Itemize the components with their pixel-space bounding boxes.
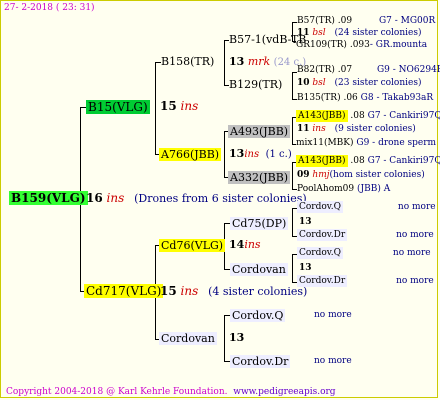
a766-gen-line: 13ins (1 c.) xyxy=(229,147,292,160)
a332-node[interactable]: A332(JBB) xyxy=(228,171,291,184)
g5-row: 11 bsl (24 sister colonies) xyxy=(297,28,422,38)
g5-row[interactable]: GR109(TR) .093- GR.mounta xyxy=(296,41,427,50)
cordovq-node[interactable]: Cordov.Q xyxy=(230,309,286,322)
connector xyxy=(292,162,293,189)
date-stamp: 27- 2-2018 ( 23: 31) xyxy=(4,3,95,13)
b15-node[interactable]: B15(VLG) xyxy=(86,100,150,114)
g5-row[interactable]: A143(JBB) .08 G7 - Cankiri97Q xyxy=(296,155,440,167)
root-gen-line: 16 ins (Drones from 6 sister colonies) xyxy=(86,191,307,205)
cordovan3-gen: 13 xyxy=(229,331,245,344)
g5-row: 09 hmj(hom sister colonies) xyxy=(297,170,425,180)
connector xyxy=(292,72,293,99)
g5-row[interactable]: Cordov.Q no more xyxy=(297,247,431,259)
cordovan4-node[interactable]: Cordovan xyxy=(230,263,288,276)
connector xyxy=(224,40,225,85)
g5-row: 13 xyxy=(299,217,312,227)
connector xyxy=(224,315,225,361)
b15-gen-line: 15 ins xyxy=(160,99,199,113)
cd717-gen-line: 15 ins (4 sister colonies) xyxy=(160,284,308,298)
g5-row[interactable]: B57(TR) .09 G7 - MG00R xyxy=(297,17,435,26)
g5-row[interactable]: PoolAhom09 (JBB) A xyxy=(297,185,390,194)
b57-gen-line: 13 mrk (24 c.) xyxy=(229,55,307,68)
cordovdr-node[interactable]: Cordov.Dr xyxy=(230,355,291,368)
g5-row[interactable]: Cordov.Q no more xyxy=(297,201,436,213)
root-node[interactable]: B159(VLG) xyxy=(9,191,88,205)
b57-node[interactable]: B57-1(vdB-TB xyxy=(229,34,306,45)
a493-node[interactable]: A493(JBB) xyxy=(228,125,291,138)
copyright: Copyright 2004-2018 @ Karl Kehrle Founda… xyxy=(6,387,336,397)
connector xyxy=(292,117,293,144)
cordovan3-node[interactable]: Cordovan xyxy=(159,332,217,345)
b158-node[interactable]: B158(TR) xyxy=(161,56,214,67)
g5-row[interactable]: mix11(MBK) G9 - drone sperm xyxy=(296,139,436,148)
g5-row: 11 ins (9 sister colonies) xyxy=(297,124,416,134)
cd75-node[interactable]: Cd75(DP) xyxy=(230,217,289,230)
g5-row[interactable]: A143(JBB) .08 G7 - Cankiri97Q xyxy=(296,110,440,122)
b129-node[interactable]: B129(TR) xyxy=(229,79,282,90)
cordovq-more: no more xyxy=(314,310,352,320)
g5-row[interactable]: B135(TR) .06 G8 - Takab93aR xyxy=(297,94,433,103)
cd76-node[interactable]: Cd76(VLG) xyxy=(159,239,226,252)
g5-row[interactable]: Cordov.Dr no more xyxy=(297,275,434,287)
connector xyxy=(224,131,225,177)
cordovdr-more: no more xyxy=(314,356,352,366)
connector xyxy=(292,254,293,282)
g5-row[interactable]: Cordov.Dr no more xyxy=(297,229,434,241)
a766-node[interactable]: A766(JBB) xyxy=(159,148,222,161)
connector xyxy=(155,62,156,154)
connector xyxy=(292,208,293,236)
cd717-node[interactable]: Cd717(VLG) xyxy=(84,284,164,298)
g5-row: 10 bsl (23 sister colonies) xyxy=(297,78,422,88)
g5-row: 13 xyxy=(299,263,312,273)
g5-row[interactable]: B82(TR) .07 G9 - NO6294R xyxy=(297,66,440,75)
cd76-gen-line: 14ins xyxy=(229,238,261,251)
